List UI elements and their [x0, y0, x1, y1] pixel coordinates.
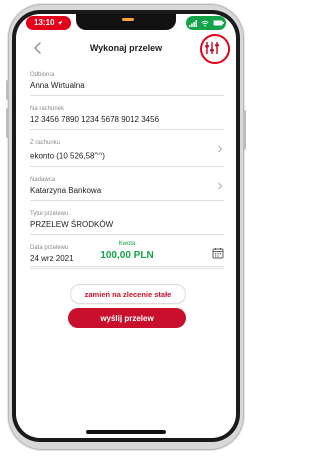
account-number-field[interactable]: Na rachunek 12 3456 7890 1234 5678 9012 … — [30, 102, 224, 130]
from-account-field[interactable]: Z rachunku ekonto (10 526,58PLN) — [30, 136, 224, 167]
field-value: ekonto (10 526,58PLN) — [30, 148, 224, 162]
field-label: Tytuł przelewu — [30, 210, 69, 217]
chevron-right-icon[interactable] — [216, 182, 224, 190]
amount-label: Kwota — [118, 241, 136, 247]
field-label: Nadawca — [30, 176, 56, 183]
field-label: Na rachunek — [30, 106, 65, 112]
notch-speaker — [122, 18, 134, 21]
settings-sliders-icon[interactable] — [202, 38, 222, 58]
title-field[interactable]: Tytuł przelewu PRZELEW ŚRODKÓW — [30, 207, 224, 235]
status-time: 13:10 — [34, 18, 55, 27]
amount-field[interactable]: Kwota 100,00 PLN — [30, 240, 224, 267]
balance-close: ) — [102, 151, 105, 161]
account-balance: ekonto (10 526,58 — [30, 151, 95, 161]
field-label: Odbiorca — [30, 72, 55, 78]
app-header: Wykonaj przelew — [16, 34, 236, 64]
recipient-field[interactable]: Odbiorca Anna Wirtualna — [30, 68, 224, 96]
app-screen: 13:10 Wykonaj przelew Odbiorca Anna Wirt… — [16, 14, 236, 438]
field-value: PRZELEW ŚRODKÓW — [30, 219, 114, 229]
status-bar: 13:10 — [16, 14, 236, 34]
status-time-pill: 13:10 — [26, 16, 72, 30]
wifi-icon — [200, 20, 209, 27]
send-transfer-button[interactable]: wyślij przelew — [68, 308, 186, 328]
phone-side-button — [243, 110, 246, 150]
location-arrow-icon — [58, 20, 63, 26]
battery-icon — [213, 20, 224, 26]
sender-field[interactable]: Nadawca Katarzyna Bankowa — [30, 173, 224, 201]
chevron-right-icon[interactable] — [216, 145, 224, 153]
page-title: Wykonaj przelew — [89, 43, 163, 53]
home-indicator[interactable] — [86, 430, 166, 434]
field-value: 12 3456 7890 1234 5678 9012 3456 — [30, 115, 160, 124]
back-arrow-icon[interactable] — [30, 40, 46, 56]
signal-icon — [188, 19, 197, 27]
status-icons-pill — [186, 16, 226, 30]
phone-side-button — [6, 80, 9, 100]
field-value: Katarzyna Bankowa — [30, 185, 102, 195]
field-value: Anna Wirtualna — [30, 81, 85, 90]
standing-order-button[interactable]: zamień na zlecenie stałe — [70, 284, 186, 304]
phone-side-button — [6, 108, 9, 138]
notch — [76, 14, 176, 30]
field-label: Z rachunku — [30, 140, 61, 146]
amount-value: 100,00 PLN — [100, 250, 154, 261]
